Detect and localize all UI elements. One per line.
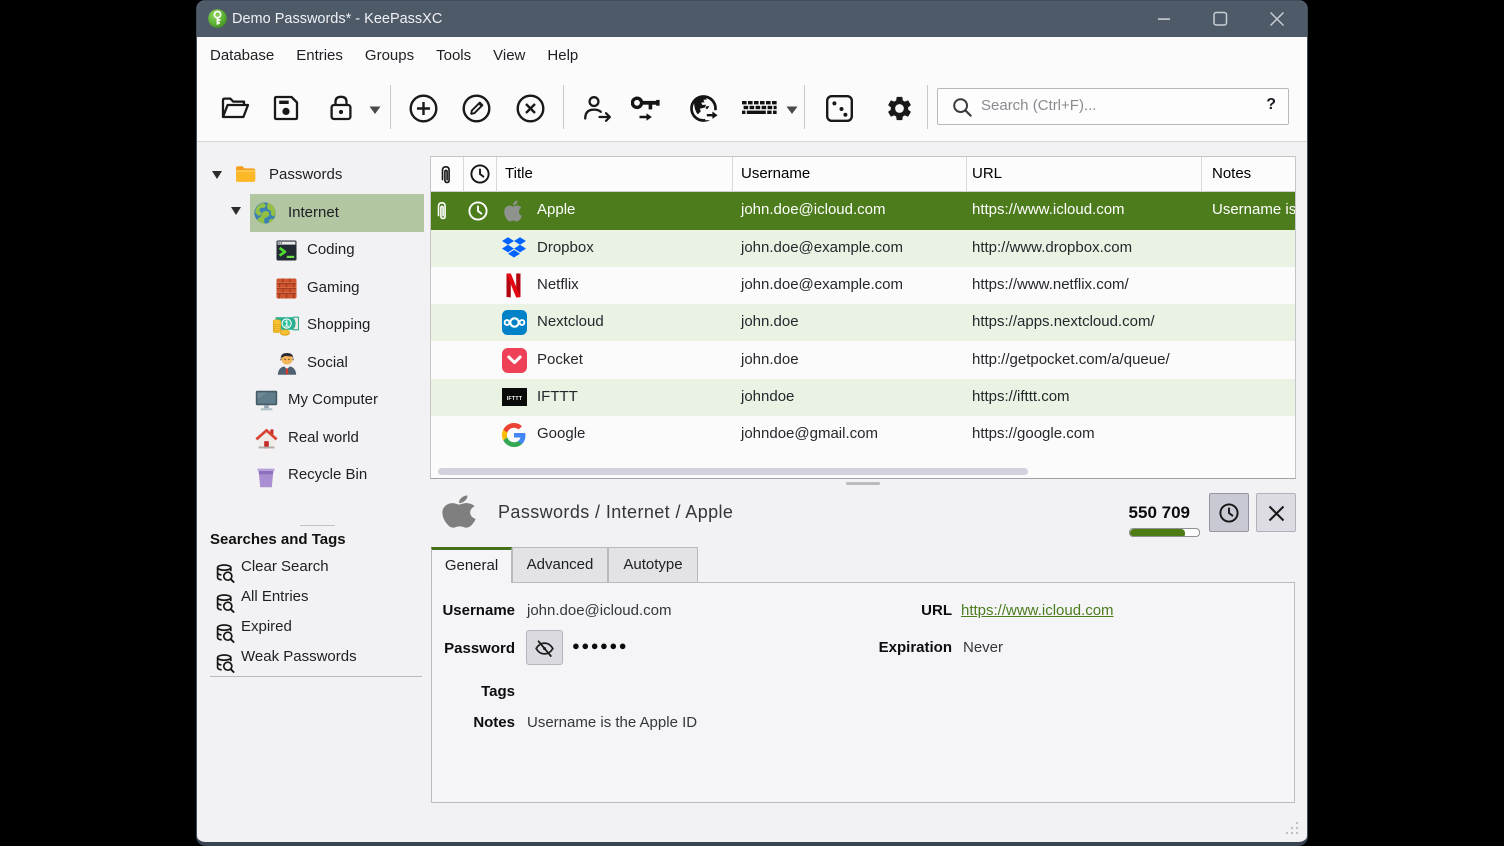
svg-text:IFTTT: IFTTT	[507, 396, 523, 402]
svg-text:1: 1	[284, 319, 289, 329]
